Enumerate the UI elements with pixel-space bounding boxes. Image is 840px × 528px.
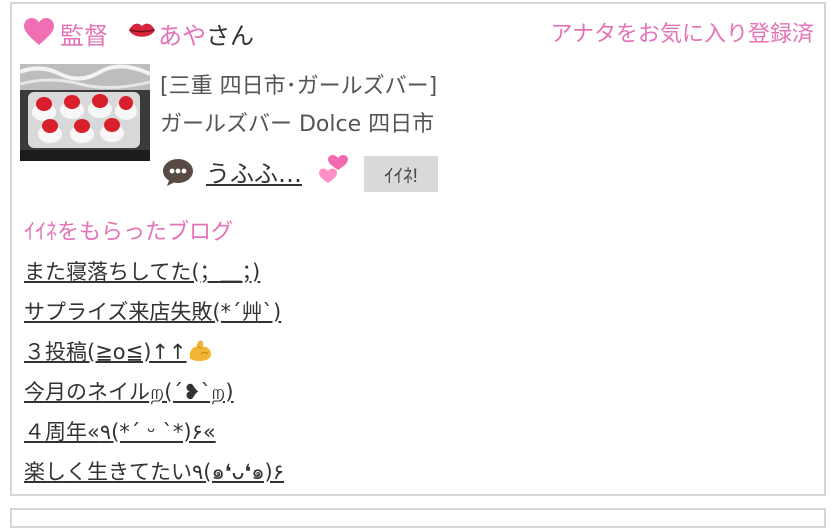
blog-link-2[interactable]: サプライズ来店失敗(*´艸`)	[24, 300, 281, 324]
blog-link-1[interactable]: また寝落ちしてた(；＿；)	[24, 260, 260, 284]
cast-name-main[interactable]: あや	[158, 22, 206, 50]
blog-link-5[interactable]: ４周年«٩(*´ ᵕ `*)۶«	[24, 420, 216, 444]
cast-name[interactable]: あやさん	[158, 16, 254, 51]
cake-photo	[20, 64, 150, 161]
list-item: また寝落ちしてた(；＿；)	[24, 256, 284, 296]
blog-link-4[interactable]: 今月のネイルற(´❥`ற)	[24, 380, 234, 404]
pink-heart-icon	[24, 18, 54, 45]
comment-link[interactable]: うふふ…	[206, 154, 302, 189]
iine-button[interactable]: ｲｲﾈ!	[364, 156, 438, 192]
cast-card: 監督 あやさん アナタをお気に入り登録済 [三重 四日市･ガールズバー] ガール…	[10, 2, 826, 496]
kiss-lips-icon	[129, 23, 155, 37]
blog-link-6[interactable]: 楽しく生きてたい٩(๑❛ᴗ❛๑)۶	[24, 460, 284, 484]
cast-label: 監督	[60, 22, 108, 50]
speech-balloon-icon	[163, 159, 193, 186]
next-card-edge	[10, 508, 826, 528]
section-title: ｲｲﾈをもらったブログ	[24, 220, 234, 245]
list-item: サプライズ来店失敗(*´艸`)	[24, 296, 284, 336]
shop-thumbnail[interactable]	[20, 64, 150, 161]
two-hearts-icon	[319, 155, 348, 183]
list-item: ４周年«٩(*´ ᵕ `*)۶«	[24, 416, 284, 456]
blog-link-3[interactable]: ３投稿(≧o≦)↑↑	[24, 340, 187, 364]
shop-name[interactable]: ガールズバー Dolce 四日市	[160, 106, 434, 138]
cast-name-suffix: さん	[206, 22, 254, 50]
list-item: ３投稿(≧o≦)↑↑	[24, 336, 284, 376]
blog-list: また寝落ちしてた(；＿；) サプライズ来店失敗(*´艸`) ３投稿(≧o≦)↑↑…	[24, 256, 284, 496]
favorite-status: アナタをお気に入り登録済	[550, 22, 814, 47]
list-item: 今月のネイルற(´❥`ற)	[24, 376, 284, 416]
card-header: 監督 あやさん アナタをお気に入り登録済	[24, 14, 814, 51]
shop-area: [三重 四日市･ガールズバー]	[160, 74, 438, 99]
list-item: 楽しく生きてたい٩(๑❛ᴗ❛๑)۶	[24, 456, 284, 496]
flexed-biceps-icon	[189, 340, 211, 361]
